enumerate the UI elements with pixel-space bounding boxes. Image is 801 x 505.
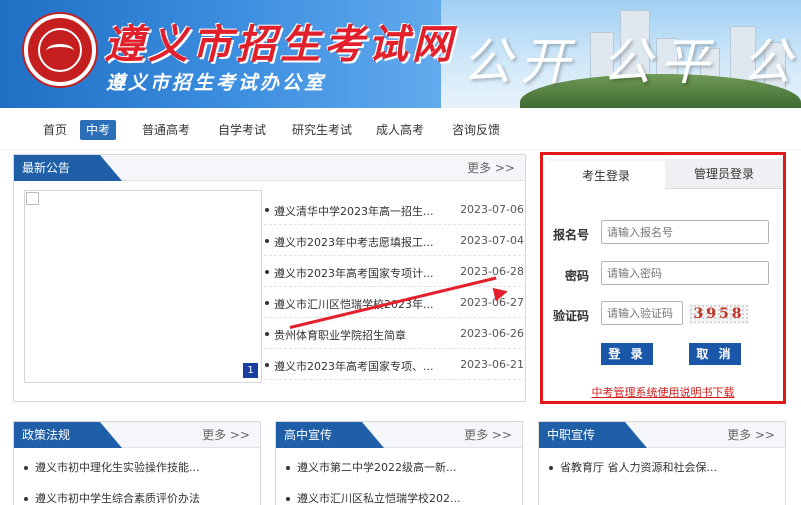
- slogan: 公开 公平 公正: [462, 33, 800, 108]
- policy-panel: 政策法规 更多 >> 遵义市初中理化生实验操作技能... 遵义市初中学生综合素质…: [13, 421, 261, 505]
- notice-date: 2023-06-21: [460, 358, 524, 371]
- policy-title: 政策法规: [14, 422, 122, 448]
- notice-date: 2023-07-06: [460, 203, 524, 216]
- list-item-title[interactable]: 遵义市初中理化生实验操作技能...: [35, 461, 200, 474]
- bullet-icon: [24, 466, 28, 470]
- bullet-icon: [265, 239, 269, 243]
- site-subtitle: 遵义市招生考试办公室: [106, 72, 327, 94]
- list-item-title[interactable]: 遵义市初中学生综合素质评价办法: [35, 492, 200, 505]
- notice-title[interactable]: 遵义清华中学2023年高一招生...: [274, 203, 433, 219]
- notice-item[interactable]: 遵义市2023年高考国家专项计... 2023-06-28: [264, 257, 526, 287]
- list-item[interactable]: 遵义市第二中学2022级高一新...: [286, 459, 456, 475]
- bullet-icon: [24, 497, 28, 501]
- captcha-label: 验证码: [553, 309, 590, 323]
- tab-admin-login[interactable]: 管理员登录: [665, 159, 783, 189]
- nav-gaokao[interactable]: 普通高考: [141, 120, 191, 140]
- notice-item[interactable]: 遵义市2023年高考国家专项、... 2023-06-21: [264, 350, 526, 380]
- bullet-icon: [265, 270, 269, 274]
- bullet-icon: [286, 466, 290, 470]
- vocational-more-link[interactable]: 更多 >>: [727, 422, 775, 448]
- login-box: 考生登录 管理员登录 报名号 密码 验证码 3958 登 录 取 消 中考管理系…: [540, 152, 786, 404]
- password-input[interactable]: [601, 261, 769, 285]
- notice-title[interactable]: 遵义市2023年高考国家专项计...: [274, 265, 433, 281]
- notice-title[interactable]: 遵义市2023年中考志愿填报工...: [274, 234, 433, 250]
- highschool-more-link[interactable]: 更多 >>: [464, 422, 512, 448]
- list-item[interactable]: 遵义市初中理化生实验操作技能...: [24, 459, 200, 475]
- notice-title[interactable]: 遵义市2023年高考国家专项、...: [274, 358, 433, 374]
- list-item-title[interactable]: 遵义市汇川区私立恺瑞学校202...: [297, 492, 461, 505]
- site-title: 遵义市招生考试网: [104, 21, 456, 68]
- list-item[interactable]: 遵义市初中学生综合素质评价办法: [24, 490, 200, 505]
- notices-panel: 最新公告 更多 >> 1 遵义清华中学2023年高一招生... 2023-07-…: [13, 154, 526, 402]
- login-button[interactable]: 登 录: [601, 343, 653, 365]
- vocational-header: 中职宣传 更多 >>: [539, 422, 785, 448]
- nav-zhongkao[interactable]: 中考: [80, 120, 117, 140]
- bullet-icon: [549, 466, 553, 470]
- highschool-header: 高中宣传 更多 >>: [276, 422, 522, 448]
- captcha-input[interactable]: [601, 301, 683, 325]
- notice-slideshow[interactable]: 1: [24, 190, 262, 383]
- nav-adult[interactable]: 成人高考: [375, 120, 425, 140]
- cancel-button[interactable]: 取 消: [689, 343, 741, 365]
- main-nav: 首页 中考 普通高考 自学考试 研究生考试 成人高考 咨询反馈: [0, 108, 801, 150]
- notices-more-link[interactable]: 更多 >>: [467, 155, 515, 181]
- bullet-icon: [265, 332, 269, 336]
- header-banner: 遵义市招生考试网 遵义市招生考试办公室 公开 公平 公正: [0, 0, 801, 108]
- list-item-title[interactable]: 省教育厅 省人力资源和社会保...: [560, 461, 717, 474]
- policy-header: 政策法规 更多 >>: [14, 422, 260, 448]
- highschool-title: 高中宣传: [276, 422, 384, 448]
- bullet-icon: [265, 208, 269, 212]
- nav-feedback[interactable]: 咨询反馈: [451, 120, 501, 140]
- captcha-image[interactable]: 3958: [689, 304, 749, 324]
- list-item[interactable]: 省教育厅 省人力资源和社会保...: [549, 459, 717, 475]
- site-logo[interactable]: [24, 14, 96, 86]
- password-label: 密码: [565, 269, 590, 283]
- manual-download-link[interactable]: 中考管理系统使用说明书下载: [543, 384, 783, 400]
- notice-date: 2023-06-28: [460, 265, 524, 278]
- vocational-panel: 中职宣传 更多 >> 省教育厅 省人力资源和社会保...: [538, 421, 786, 505]
- highschool-panel: 高中宣传 更多 >> 遵义市第二中学2022级高一新... 遵义市汇川区私立恺瑞…: [275, 421, 523, 505]
- vocational-title: 中职宣传: [539, 422, 647, 448]
- bullet-icon: [265, 301, 269, 305]
- notice-title[interactable]: 贵州体育职业学院招生简章: [274, 327, 406, 343]
- nav-home[interactable]: 首页: [42, 120, 68, 140]
- list-item[interactable]: 遵义市汇川区私立恺瑞学校202...: [286, 490, 461, 505]
- logo-book-icon: [46, 44, 74, 58]
- nav-self-study[interactable]: 自学考试: [217, 120, 267, 140]
- notice-item[interactable]: 遵义市2023年中考志愿填报工... 2023-07-04: [264, 226, 526, 256]
- tab-candidate-login[interactable]: 考生登录: [547, 159, 665, 189]
- notice-date: 2023-06-27: [460, 296, 524, 309]
- notice-item[interactable]: 遵义清华中学2023年高一招生... 2023-07-06: [264, 195, 526, 225]
- bullet-icon: [265, 363, 269, 367]
- slideshow-page-button[interactable]: 1: [243, 363, 258, 378]
- list-item-title[interactable]: 遵义市第二中学2022级高一新...: [297, 461, 456, 474]
- nav-postgrad[interactable]: 研究生考试: [291, 120, 353, 140]
- reg-no-label: 报名号: [553, 228, 590, 242]
- policy-more-link[interactable]: 更多 >>: [202, 422, 250, 448]
- notice-date: 2023-07-04: [460, 234, 524, 247]
- notices-header: 最新公告 更多 >>: [14, 155, 525, 181]
- bullet-icon: [286, 497, 290, 501]
- notice-date: 2023-06-26: [460, 327, 524, 340]
- slideshow-image-placeholder: [26, 192, 39, 205]
- notices-title: 最新公告: [14, 155, 122, 181]
- reg-no-input[interactable]: [601, 220, 769, 244]
